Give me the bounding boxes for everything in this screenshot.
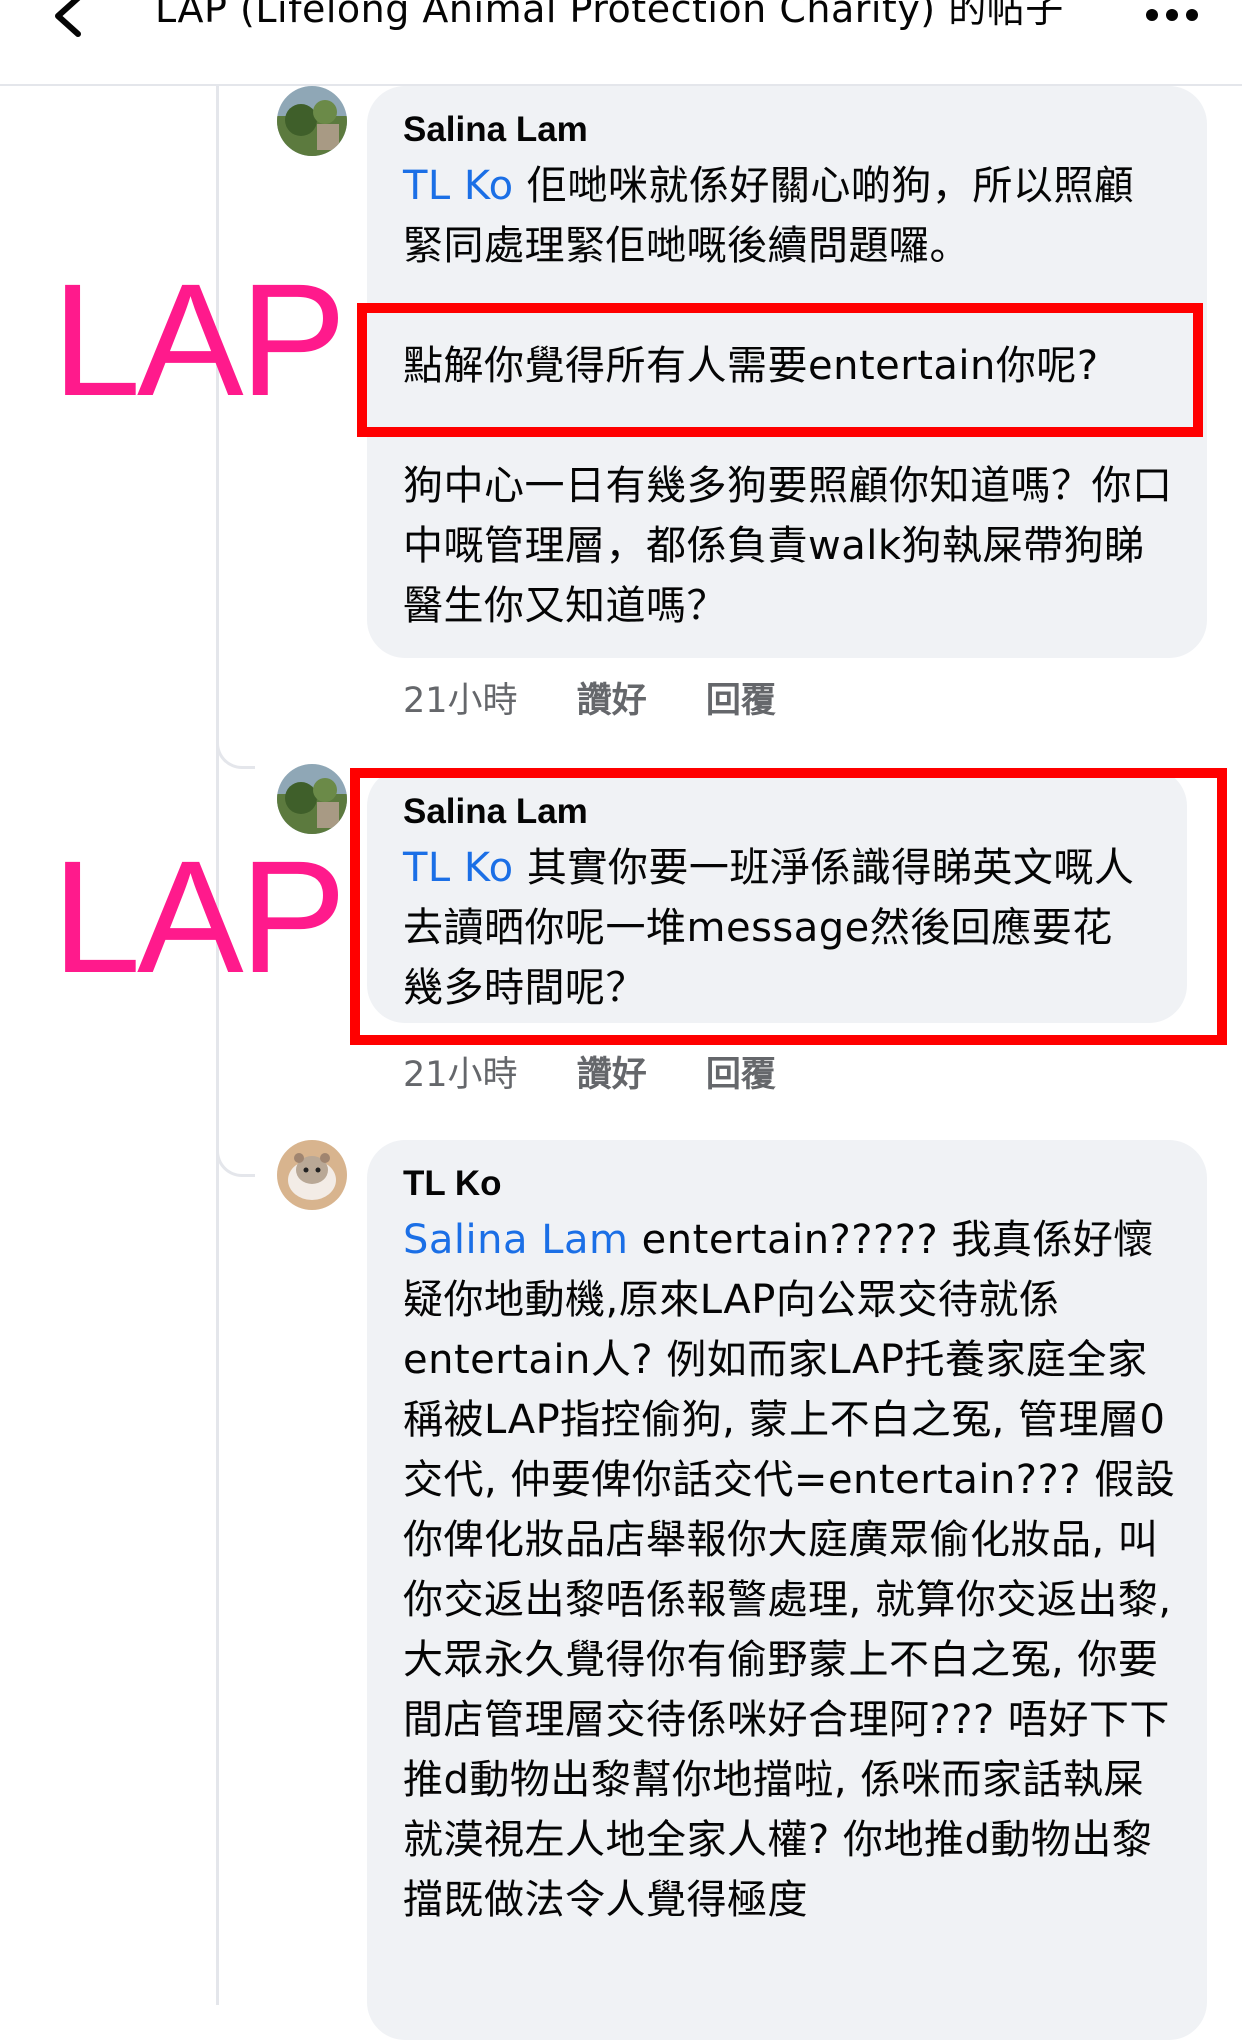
thread-branch [216, 1148, 255, 1177]
more-options-icon[interactable] [1144, 6, 1200, 24]
comment-text: Salina Lam entertain????? 我真係好懷疑你地動機,原來L… [403, 1210, 1181, 1930]
comment-text: TL Ko 佢哋咪就係好關心啲狗，所以照顧緊同處理緊佢哋嘅後續問題囉。 [403, 156, 1173, 276]
comment-author[interactable]: Salina Lam [403, 786, 1153, 838]
mention-link[interactable]: TL Ko [403, 845, 514, 891]
like-button[interactable]: 讚好 [577, 672, 647, 723]
avatar[interactable] [277, 1140, 347, 1210]
comment-bubble: Salina Lam TL Ko 其實你要一班淨係識得睇英文嘅人去讀晒你呢一堆m… [367, 768, 1187, 1023]
comment-actions: 21小時 讚好 回覆 [403, 1046, 776, 1097]
top-bar: LAP (Lifelong Animal Protection Charity)… [0, 0, 1242, 86]
comment-time: 21小時 [403, 1055, 518, 1095]
annotation-label: LAP [52, 827, 346, 1006]
comment-text-part: 佢哋咪就係好關心啲狗，所以照顧緊同處理緊佢哋嘅後續問題囉。 [403, 163, 1135, 269]
comment-text-highlighted: 點解你覺得所有人需要entertain你呢? [403, 343, 1099, 389]
comment-author[interactable]: Salina Lam [403, 104, 1173, 156]
comment-text-part: entertain????? 我真係好懷疑你地動機,原來LAP向公眾交待就係en… [403, 1217, 1176, 1923]
comment-bubble: Salina Lam TL Ko 佢哋咪就係好關心啲狗，所以照顧緊同處理緊佢哋嘅… [367, 86, 1207, 658]
comment-text: TL Ko 其實你要一班淨係識得睇英文嘅人去讀晒你呢一堆message然後回應要… [403, 838, 1153, 1018]
comment-actions: 21小時 讚好 回覆 [403, 672, 776, 723]
comment-time: 21小時 [403, 681, 518, 721]
comment-text-part: 其實你要一班淨係識得睇英文嘅人去讀晒你呢一堆message然後回應要花幾多時間呢… [403, 845, 1135, 1011]
avatar[interactable] [277, 764, 347, 834]
thread-branch [216, 740, 255, 769]
reply-button[interactable]: 回覆 [706, 1046, 776, 1097]
back-arrow-icon[interactable] [48, 0, 88, 42]
page-title: LAP (Lifelong Animal Protection Charity)… [155, 0, 1064, 31]
comment-bubble: TL Ko Salina Lam entertain????? 我真係好懷疑你地… [367, 1140, 1207, 2040]
like-button[interactable]: 讚好 [577, 1046, 647, 1097]
mention-link[interactable]: TL Ko [403, 163, 514, 209]
annotation-label: LAP [52, 250, 346, 429]
mention-link[interactable]: Salina Lam [403, 1217, 628, 1263]
comment-author[interactable]: TL Ko [403, 1158, 1181, 1210]
comment-text-part: 狗中心一日有幾多狗要照顧你知道嗎？你口中嘅管理層，都係負責walk狗執屎帶狗睇醫… [403, 463, 1173, 629]
reply-button[interactable]: 回覆 [706, 672, 776, 723]
avatar[interactable] [277, 86, 347, 156]
